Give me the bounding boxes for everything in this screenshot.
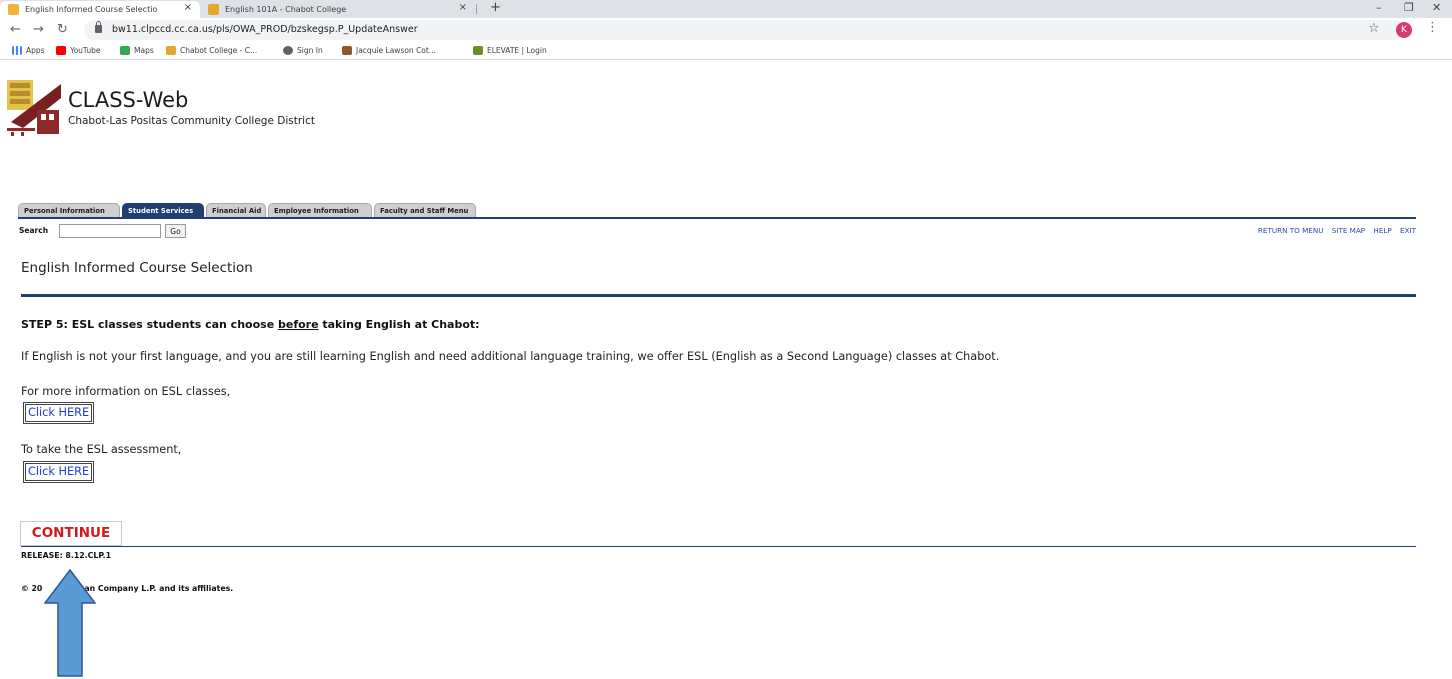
annotation-up-arrow-icon: [44, 569, 96, 677]
bookmark-maps[interactable]: Maps: [120, 46, 154, 55]
tab-favicon-icon: [8, 4, 19, 15]
youtube-icon: [56, 46, 66, 55]
browser-tab[interactable]: English 101A - Chabot College ×: [200, 1, 475, 18]
intro-paragraph: If English is not your first language, a…: [21, 350, 1000, 363]
search-label: Search: [19, 226, 49, 235]
bookmark-jacquie-lawson[interactable]: Jacquie Lawson Cot...: [342, 46, 436, 55]
browser-tab-active[interactable]: English Informed Course Selectio ×: [0, 1, 200, 18]
site-map-link[interactable]: SITE MAP: [1332, 226, 1365, 235]
url-field[interactable]: bw11.clpccd.cc.ca.us/pls/OWA_PROD/bzskeg…: [84, 20, 1404, 40]
utility-links: RETURN TO MENU SITE MAP HELP EXIT: [1252, 226, 1416, 235]
tab-financial-aid[interactable]: Financial Aid: [206, 203, 266, 217]
return-to-menu-link[interactable]: RETURN TO MENU: [1258, 226, 1324, 235]
esl-info-text: For more information on ESL classes,: [21, 385, 231, 398]
footer-divider: [21, 546, 1416, 547]
chabot-favicon-icon: [208, 4, 219, 15]
bookmark-star-icon[interactable]: ☆: [1368, 21, 1380, 36]
elevate-icon: [473, 46, 483, 55]
forward-arrow-icon[interactable]: →: [33, 22, 44, 37]
exit-link[interactable]: EXIT: [1400, 226, 1416, 235]
window-close-button[interactable]: ✕: [1432, 1, 1441, 14]
apps-grid-icon: [12, 46, 22, 55]
bookmark-sign-in[interactable]: Sign In: [283, 46, 323, 55]
search-input[interactable]: [59, 224, 161, 238]
profile-avatar[interactable]: K: [1396, 22, 1412, 38]
maps-icon: [120, 46, 130, 55]
tab-personal-information[interactable]: Personal Information: [18, 203, 120, 217]
back-arrow-icon[interactable]: ←: [10, 22, 21, 37]
lock-icon: [95, 21, 102, 33]
help-link[interactable]: HELP: [1373, 226, 1391, 235]
close-icon[interactable]: ×: [184, 2, 192, 13]
browser-tab-strip: English Informed Course Selectio × Engli…: [0, 0, 1452, 18]
address-bar-row: ← → ↻ bw11.clpccd.cc.ca.us/pls/OWA_PROD/…: [0, 18, 1452, 42]
release-label: RELEASE: 8.12.CLP.1: [21, 551, 111, 560]
tab-separator: [476, 4, 477, 14]
esl-assessment-button[interactable]: Click HERE: [23, 461, 95, 483]
url-text: bw11.clpccd.cc.ca.us/pls/OWA_PROD/bzskeg…: [112, 24, 418, 35]
tab-title: English 101A - Chabot College: [225, 5, 347, 14]
bookmark-youtube[interactable]: YouTube: [56, 46, 101, 55]
site-title: CLASS-Web: [68, 88, 189, 112]
go-button[interactable]: Go: [165, 224, 186, 238]
jacquie-lawson-icon: [342, 46, 352, 55]
reload-icon[interactable]: ↻: [57, 22, 68, 37]
tab-title: English Informed Course Selectio: [25, 5, 158, 14]
site-subtitle: Chabot-Las Positas Community College Dis…: [68, 115, 315, 127]
continue-button[interactable]: CONTINUE: [20, 521, 122, 546]
bookmark-apps[interactable]: Apps: [12, 46, 45, 55]
bookmark-chabot[interactable]: Chabot College - C...: [166, 46, 257, 55]
maximize-button[interactable]: ❐: [1404, 1, 1414, 14]
bookmark-elevate[interactable]: ELEVATE | Login: [473, 46, 547, 55]
step-heading: STEP 5: ESL classes students can choose …: [21, 318, 480, 331]
chabot-favicon-icon: [166, 46, 176, 55]
globe-icon: [283, 46, 293, 55]
emphasis-before: before: [277, 318, 319, 331]
browser-menu-icon[interactable]: ⋮: [1426, 20, 1439, 35]
new-tab-button[interactable]: +: [490, 0, 501, 15]
tab-student-services[interactable]: Student Services: [122, 203, 204, 217]
bookmarks-bar: Apps YouTube Maps Chabot College - C... …: [0, 42, 1452, 60]
close-icon[interactable]: ×: [459, 2, 467, 13]
esl-assessment-text: To take the ESL assessment,: [21, 443, 182, 456]
esl-info-button[interactable]: Click HERE: [23, 402, 95, 424]
minimize-button[interactable]: –: [1376, 1, 1382, 14]
tab-faculty-staff-menu[interactable]: Faculty and Staff Menu: [374, 203, 476, 217]
tab-employee-information[interactable]: Employee Information: [268, 203, 372, 217]
page-title: English Informed Course Selection: [21, 260, 253, 276]
college-logo-icon: [7, 80, 61, 136]
nav-divider: [18, 217, 1416, 219]
heading-divider: [21, 294, 1416, 297]
